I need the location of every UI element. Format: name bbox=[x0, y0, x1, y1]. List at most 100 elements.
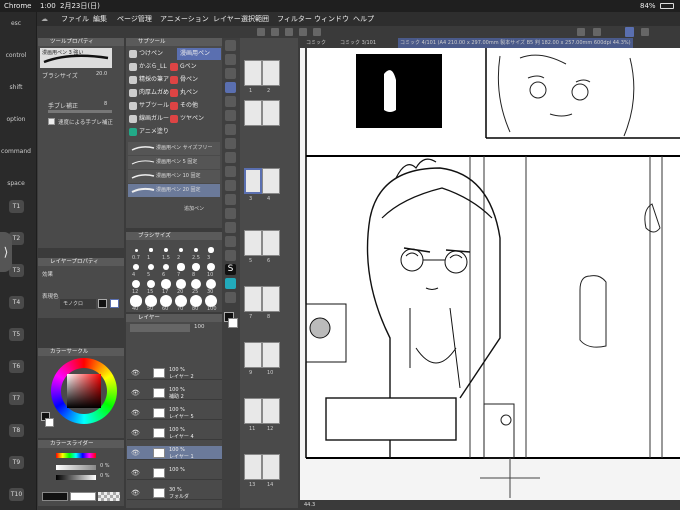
undo-icon[interactable] bbox=[299, 28, 307, 36]
layer-row[interactable]: 👁 100 % レイヤー 4 bbox=[127, 426, 222, 440]
active-mode-icon[interactable] bbox=[625, 27, 634, 37]
zoom-level[interactable]: 44.3 bbox=[304, 500, 315, 510]
sub-color-chip[interactable] bbox=[228, 318, 238, 328]
ruler-tool-icon[interactable] bbox=[225, 222, 236, 233]
page-thumbnail[interactable] bbox=[262, 100, 280, 126]
current-color-black[interactable] bbox=[42, 492, 68, 501]
speed-stabilization-checkbox[interactable] bbox=[48, 118, 55, 125]
brush-tool-icon[interactable] bbox=[225, 110, 236, 121]
fill-icon[interactable] bbox=[225, 166, 236, 177]
s-mark-icon[interactable]: S bbox=[225, 264, 236, 275]
saturation-slider[interactable] bbox=[56, 465, 96, 470]
airbrush-icon[interactable] bbox=[225, 124, 236, 135]
move-icon[interactable] bbox=[225, 54, 236, 65]
current-color-white[interactable] bbox=[70, 492, 96, 501]
brush-size-dot[interactable] bbox=[130, 295, 142, 307]
eraser-icon[interactable] bbox=[225, 138, 236, 149]
blend-mode-select[interactable] bbox=[130, 324, 190, 332]
transparent-color[interactable] bbox=[98, 492, 120, 501]
drawing-canvas[interactable] bbox=[300, 48, 680, 506]
tab-comic[interactable]: コミック bbox=[306, 38, 326, 48]
subtool-group-row[interactable]: アニメ塗り bbox=[127, 126, 222, 138]
t5-button[interactable]: T5 bbox=[9, 328, 24, 341]
brush-size-dot[interactable] bbox=[134, 248, 138, 252]
subtool-brush-a[interactable]: 精採の筆ア bbox=[139, 74, 169, 86]
subtool-group-row[interactable]: つけペン 漫画用ペン bbox=[127, 48, 222, 60]
brush-size-dot[interactable] bbox=[176, 279, 186, 289]
pen-tool-icon[interactable] bbox=[225, 82, 236, 93]
brightness-slider[interactable] bbox=[56, 475, 96, 480]
t10-button[interactable]: T10 bbox=[9, 488, 24, 501]
subtool-tsukepen[interactable]: つけペン bbox=[139, 48, 163, 60]
figure-icon[interactable] bbox=[225, 194, 236, 205]
sidebar-expand-handle[interactable]: ⟩ bbox=[0, 232, 12, 272]
eyedropper-icon[interactable] bbox=[225, 292, 236, 303]
subtool-kabura[interactable]: かぶら_LL bbox=[139, 61, 167, 73]
brush-size-dot[interactable] bbox=[192, 263, 200, 271]
open-icon[interactable] bbox=[271, 28, 279, 36]
key-esc[interactable]: esc bbox=[0, 20, 32, 27]
menu-animation[interactable]: アニメーション bbox=[160, 12, 209, 26]
visibility-icon[interactable]: 👁 bbox=[131, 449, 140, 457]
sub-color-swatch[interactable] bbox=[45, 418, 54, 427]
page-thumbnail[interactable] bbox=[262, 230, 280, 256]
hue-slider[interactable] bbox=[56, 453, 96, 458]
page-thumbnail-selected[interactable] bbox=[244, 168, 262, 194]
layer-opacity[interactable]: 100 bbox=[194, 324, 205, 330]
brush-size-dot[interactable] bbox=[149, 248, 153, 252]
brush-size-dot[interactable] bbox=[207, 263, 215, 271]
page-thumbnail[interactable] bbox=[244, 230, 262, 256]
subtool-tsuya-pen[interactable]: ツヤペン bbox=[180, 113, 204, 125]
brush-size-dot[interactable] bbox=[208, 247, 214, 253]
brush-size-value[interactable]: 20.0 bbox=[96, 71, 107, 77]
zoom-icon[interactable] bbox=[225, 40, 236, 51]
add-pen-label[interactable]: 追加ペン bbox=[184, 205, 204, 212]
page-thumbnail[interactable] bbox=[244, 342, 262, 368]
save-icon[interactable] bbox=[285, 28, 293, 36]
page-thumbnail[interactable] bbox=[262, 454, 280, 480]
grid-icon[interactable] bbox=[641, 28, 649, 36]
subtool-anime[interactable]: アニメ塗り bbox=[139, 126, 169, 138]
visibility-icon[interactable]: 👁 bbox=[131, 489, 140, 497]
subtool-line-glue[interactable]: 線画ガルー bbox=[139, 113, 169, 125]
page-thumbnail[interactable] bbox=[244, 454, 262, 480]
page-thumbnail[interactable] bbox=[262, 398, 280, 424]
visibility-icon[interactable]: 👁 bbox=[131, 369, 140, 377]
layer-color-black[interactable] bbox=[98, 299, 107, 308]
brush-size-dot[interactable] bbox=[164, 248, 168, 252]
snap-icon[interactable] bbox=[577, 28, 585, 36]
subtool-g-pen[interactable]: Gペン bbox=[180, 61, 197, 73]
balloon-icon[interactable] bbox=[225, 250, 236, 261]
menu-window[interactable]: ウィンドウ bbox=[314, 12, 349, 26]
visibility-icon[interactable]: 👁 bbox=[131, 429, 140, 437]
page-thumbnail[interactable] bbox=[244, 398, 262, 424]
key-option[interactable]: option bbox=[0, 116, 32, 123]
subtool-other[interactable]: その他 bbox=[180, 100, 198, 112]
page-thumbnail[interactable] bbox=[262, 168, 280, 194]
t6-button[interactable]: T6 bbox=[9, 360, 24, 373]
visibility-icon[interactable]: 👁 bbox=[131, 389, 140, 397]
subtool-maru-pen[interactable]: 丸ペン bbox=[180, 87, 198, 99]
menu-selection[interactable]: 選択範囲 bbox=[241, 12, 269, 26]
key-control[interactable]: control bbox=[0, 52, 32, 59]
frame-icon[interactable] bbox=[225, 208, 236, 219]
saturation-value-square[interactable] bbox=[67, 374, 101, 408]
layer-row[interactable]: 👁 30 % フォルダ bbox=[127, 486, 222, 500]
menu-help[interactable]: ヘルプ bbox=[353, 12, 374, 26]
menu-layer[interactable]: レイヤー bbox=[213, 12, 241, 26]
t7-button[interactable]: T7 bbox=[9, 392, 24, 405]
key-command[interactable]: command bbox=[0, 148, 32, 155]
page-thumbnail[interactable] bbox=[262, 342, 280, 368]
layer-row[interactable]: 👁 100 % レイヤー 1 bbox=[127, 446, 222, 460]
app-logo-icon[interactable]: ☁ bbox=[41, 12, 48, 26]
operation-icon[interactable] bbox=[225, 68, 236, 79]
new-icon[interactable] bbox=[257, 28, 265, 36]
brush-size-dot[interactable] bbox=[177, 263, 185, 271]
key-space[interactable]: space bbox=[0, 180, 32, 187]
t8-button[interactable]: T8 bbox=[9, 424, 24, 437]
brush-size-dot[interactable] bbox=[133, 264, 139, 270]
correction-icon[interactable] bbox=[225, 278, 236, 289]
subtool-manga-pen[interactable]: 漫画用ペン bbox=[177, 48, 221, 60]
subtool-sub[interactable]: サブツール bbox=[139, 100, 169, 112]
tab-comic-3[interactable]: コミック 3/101 bbox=[340, 38, 376, 48]
